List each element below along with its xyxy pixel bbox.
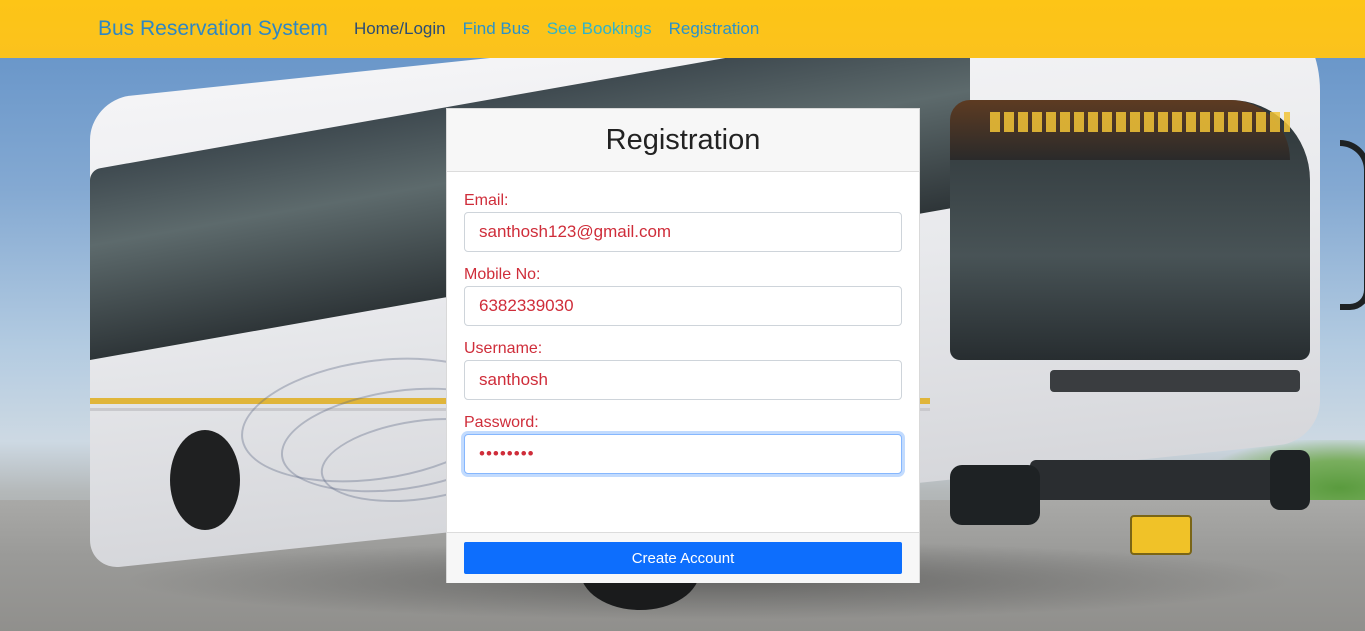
nav-link-home-login[interactable]: Home/Login	[354, 19, 446, 39]
registration-form: Email: Mobile No: Username: Password:	[447, 172, 919, 532]
mobile-field[interactable]	[464, 286, 902, 326]
bus-headlight	[1270, 450, 1310, 510]
password-group: Password:	[464, 414, 902, 474]
bus-destination-board	[950, 100, 1290, 160]
username-label: Username:	[464, 340, 543, 357]
navbar: Bus Reservation System Home/Login Find B…	[0, 0, 1365, 58]
password-label: Password:	[464, 414, 539, 431]
username-field[interactable]	[464, 360, 902, 400]
password-field[interactable]	[464, 434, 902, 474]
username-group: Username:	[464, 340, 902, 400]
email-field[interactable]	[464, 212, 902, 252]
page-title: Registration	[605, 123, 761, 156]
card-header: Registration	[447, 109, 919, 172]
destination-text	[990, 112, 1290, 132]
nav-link-find-bus[interactable]: Find Bus	[463, 19, 530, 39]
bus-number-plate	[1130, 515, 1192, 555]
bus-grille	[1050, 370, 1300, 392]
bus-wheel	[170, 430, 240, 530]
mobile-group: Mobile No:	[464, 266, 902, 326]
bus-headlight	[950, 465, 1040, 525]
mobile-label: Mobile No:	[464, 266, 541, 283]
registration-card: Registration Email: Mobile No: Username:…	[446, 108, 920, 583]
nav-link-registration[interactable]: Registration	[669, 19, 760, 39]
bus-bumper	[1030, 460, 1280, 500]
create-account-button[interactable]: Create Account	[464, 542, 902, 574]
card-footer: Create Account	[447, 532, 919, 583]
email-group: Email:	[464, 192, 902, 252]
bus-mirror	[1340, 140, 1365, 310]
nav-link-see-bookings[interactable]: See Bookings	[547, 19, 652, 39]
email-label: Email:	[464, 192, 509, 209]
brand-link[interactable]: Bus Reservation System	[98, 17, 328, 41]
